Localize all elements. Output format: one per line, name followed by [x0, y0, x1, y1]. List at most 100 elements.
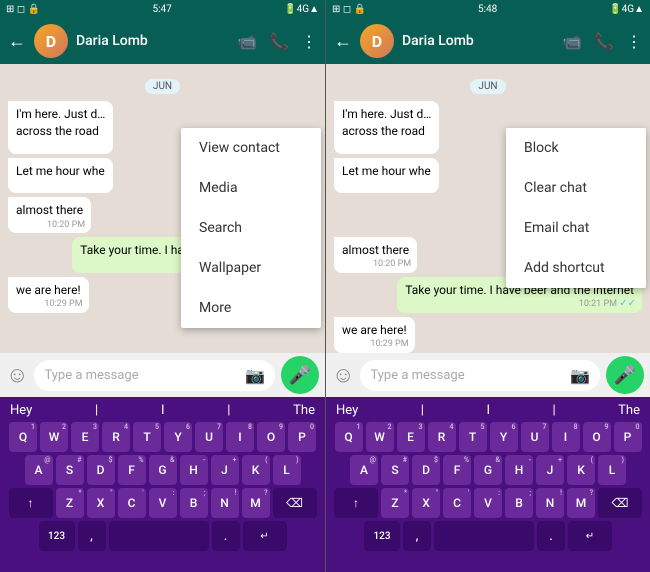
key-123-right[interactable]: 123 — [364, 521, 400, 551]
key-h[interactable]: H- — [180, 455, 208, 485]
key-v[interactable]: V: — [149, 488, 177, 518]
key-k-r[interactable]: K( — [567, 455, 595, 485]
call-icon-right[interactable]: 📞 — [594, 32, 614, 51]
mic-button-right[interactable]: 🎤 — [606, 356, 644, 394]
key-dot-right[interactable]: . — [537, 521, 565, 551]
camera-icon-left[interactable]: 📷 — [245, 366, 265, 385]
key-y-r[interactable]: Y6 — [490, 422, 518, 452]
key-b-r[interactable]: B; — [505, 488, 533, 518]
key-comma-right[interactable]: , — [403, 521, 431, 551]
key-shift-right[interactable]: ↑ — [334, 488, 378, 518]
key-g-r[interactable]: G& — [474, 455, 502, 485]
key-c-r[interactable]: C' — [443, 488, 471, 518]
key-t[interactable]: T5 — [133, 422, 161, 452]
menu-item-more[interactable]: More — [181, 288, 321, 328]
key-a-r[interactable]: A@ — [350, 455, 378, 485]
key-w[interactable]: W2 — [40, 422, 68, 452]
back-button-right[interactable]: ← — [334, 31, 352, 52]
key-v-r[interactable]: V: — [474, 488, 502, 518]
key-shift-left[interactable]: ↑ — [9, 488, 53, 518]
emoji-button-left[interactable]: ☺ — [6, 362, 28, 388]
key-q[interactable]: Q1 — [9, 422, 37, 452]
key-i-r[interactable]: I8 — [552, 422, 580, 452]
more-icon-right[interactable]: ⋮ — [626, 32, 642, 51]
menu-item-email-chat[interactable]: Email chat — [506, 208, 646, 248]
key-w-r[interactable]: W2 — [366, 422, 394, 452]
key-n-r[interactable]: N! — [536, 488, 564, 518]
key-z[interactable]: Z* — [56, 488, 84, 518]
suggestion-i-right[interactable]: I — [486, 403, 490, 418]
key-e-r[interactable]: E3 — [397, 422, 425, 452]
key-r-r[interactable]: R4 — [428, 422, 456, 452]
key-enter-right[interactable]: ↵ — [568, 521, 612, 551]
key-p-r[interactable]: P0 — [614, 422, 642, 452]
mic-button-left[interactable]: 🎤 — [281, 356, 319, 394]
menu-item-media[interactable]: Media — [181, 168, 321, 208]
key-b[interactable]: B; — [180, 488, 208, 518]
message-input-left[interactable]: Type a message 📷 — [34, 360, 275, 391]
key-m-r[interactable]: M? — [567, 488, 595, 518]
camera-icon-right[interactable]: 📷 — [570, 366, 590, 385]
menu-item-wallpaper[interactable]: Wallpaper — [181, 248, 321, 288]
key-space-left[interactable] — [109, 521, 209, 551]
contact-name-left[interactable]: Daria Lomb — [76, 33, 229, 49]
key-space-right[interactable] — [434, 521, 534, 551]
key-i[interactable]: I8 — [226, 422, 254, 452]
message-input-right[interactable]: Type a message 📷 — [360, 360, 600, 391]
key-l-r[interactable]: L) — [598, 455, 626, 485]
suggestion-hey-left[interactable]: Hey — [10, 403, 32, 418]
key-o-r[interactable]: O9 — [583, 422, 611, 452]
key-f[interactable]: F% — [118, 455, 146, 485]
key-j-r[interactable]: J+ — [536, 455, 564, 485]
key-d[interactable]: D$ — [87, 455, 115, 485]
key-f-r[interactable]: F% — [443, 455, 471, 485]
suggestion-hey-right[interactable]: Hey — [336, 403, 358, 418]
menu-item-add-shortcut[interactable]: Add shortcut — [506, 248, 646, 288]
suggestion-the-right[interactable]: The — [618, 403, 640, 418]
menu-item-block[interactable]: Block — [506, 128, 646, 168]
video-icon-right[interactable]: 📹 — [562, 32, 582, 51]
suggestion-i-left[interactable]: I — [161, 403, 165, 418]
key-c[interactable]: C' — [118, 488, 146, 518]
contact-name-right[interactable]: Daria Lomb — [402, 33, 554, 49]
avatar-left[interactable]: D — [34, 24, 68, 58]
key-dot-left[interactable]: . — [212, 521, 240, 551]
key-x-r[interactable]: X" — [412, 488, 440, 518]
key-r[interactable]: R4 — [102, 422, 130, 452]
key-d-r[interactable]: D$ — [412, 455, 440, 485]
key-u[interactable]: U7 — [195, 422, 223, 452]
avatar-right[interactable]: D — [360, 24, 394, 58]
key-y[interactable]: Y6 — [164, 422, 192, 452]
key-z-r[interactable]: Z* — [381, 488, 409, 518]
more-icon-left[interactable]: ⋮ — [301, 32, 317, 51]
key-a[interactable]: A@ — [25, 455, 53, 485]
key-backspace-right[interactable]: ⌫ — [598, 488, 642, 518]
back-button-left[interactable]: ← — [8, 31, 26, 52]
key-l[interactable]: L) — [273, 455, 301, 485]
key-j[interactable]: J+ — [211, 455, 239, 485]
key-o[interactable]: O9 — [257, 422, 285, 452]
call-icon-left[interactable]: 📞 — [269, 32, 289, 51]
key-backspace-left[interactable]: ⌫ — [273, 488, 317, 518]
key-p[interactable]: P0 — [288, 422, 316, 452]
suggestion-the-left[interactable]: The — [293, 403, 315, 418]
key-t-r[interactable]: T5 — [459, 422, 487, 452]
key-e[interactable]: E3 — [71, 422, 99, 452]
key-123-left[interactable]: 123 — [39, 521, 75, 551]
menu-item-search[interactable]: Search — [181, 208, 321, 248]
key-k[interactable]: K( — [242, 455, 270, 485]
key-n[interactable]: N! — [211, 488, 239, 518]
key-x[interactable]: X" — [87, 488, 115, 518]
key-q-r[interactable]: Q1 — [335, 422, 363, 452]
key-m[interactable]: M? — [242, 488, 270, 518]
key-h-r[interactable]: H- — [505, 455, 533, 485]
emoji-button-right[interactable]: ☺ — [332, 362, 354, 388]
key-enter-left[interactable]: ↵ — [243, 521, 287, 551]
key-s[interactable]: S# — [56, 455, 84, 485]
menu-item-clear-chat[interactable]: Clear chat — [506, 168, 646, 208]
key-u-r[interactable]: U7 — [521, 422, 549, 452]
key-g[interactable]: G& — [149, 455, 177, 485]
key-comma-left[interactable]: , — [78, 521, 106, 551]
key-s-r[interactable]: S# — [381, 455, 409, 485]
video-icon-left[interactable]: 📹 — [237, 32, 257, 51]
